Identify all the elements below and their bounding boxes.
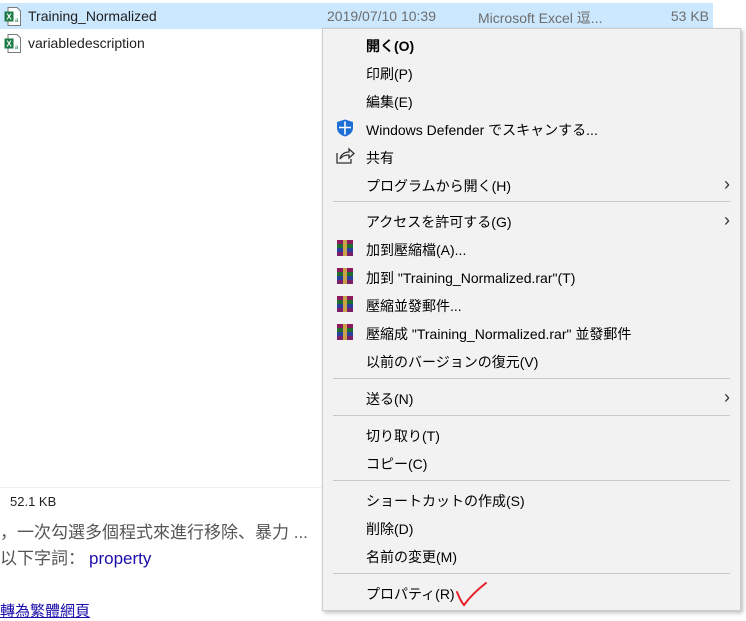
file-name: Training_Normalized [28, 8, 157, 24]
menu-item-open[interactable]: 開く(O) [323, 30, 740, 58]
menu-item-delete[interactable]: 削除(D) [323, 513, 740, 541]
selected-size: 52.1 KB [10, 494, 57, 509]
menu-item-label: 加到 "Training_Normalized.rar"(T) [366, 270, 576, 286]
menu-item-label: 切り取り(T) [366, 428, 440, 444]
winrar-icon [337, 240, 353, 256]
checkmark-annotation-icon [456, 582, 487, 607]
winrar-icon [337, 324, 353, 340]
menu-separator [333, 573, 730, 574]
chevron-right-icon: › [724, 387, 730, 407]
file-size: 53 KB [670, 8, 709, 24]
menu-item-create-shortcut[interactable]: ショートカットの作成(S) [323, 485, 740, 513]
menu-item-add-to-archive[interactable]: 加到壓縮檔(A)... [323, 234, 740, 262]
file-name: variabledescription [28, 35, 145, 51]
menu-item-open-with[interactable]: プログラムから開く(H) › [323, 170, 740, 198]
menu-item-label: コピー(C) [366, 456, 428, 472]
excel-file-icon: X a [4, 34, 21, 53]
menu-item-label: 加到壓縮檔(A)... [366, 242, 467, 258]
translate-link[interactable]: 轉為繁體網頁 [0, 600, 90, 621]
status-bar: 52.1 KB [0, 487, 322, 516]
search-terms-label: 以下字詞： [0, 549, 85, 568]
menu-item-print[interactable]: 印刷(P) [323, 58, 740, 86]
menu-item-rename[interactable]: 名前の変更(M) [323, 541, 740, 569]
menu-separator [333, 378, 730, 379]
menu-item-copy[interactable]: コピー(C) [323, 448, 740, 476]
context-menu: 開く(O) 印刷(P) 編集(E) Windows Defender でスキャン… [322, 28, 741, 611]
menu-item-compress-email[interactable]: 壓縮並發郵件... [323, 290, 740, 318]
menu-item-cut[interactable]: 切り取り(T) [323, 420, 740, 448]
menu-separator [333, 480, 730, 481]
menu-item-label: 印刷(P) [366, 66, 413, 82]
shield-icon [337, 119, 353, 137]
menu-item-edit[interactable]: 編集(E) [323, 86, 740, 114]
chevron-right-icon: › [724, 210, 730, 230]
menu-item-label: 削除(D) [366, 521, 414, 537]
menu-separator [333, 201, 730, 202]
menu-item-label: プログラムから開く(H) [366, 178, 512, 194]
menu-item-label: 開く(O) [366, 38, 415, 54]
menu-separator [333, 415, 730, 416]
svg-text:X: X [6, 13, 12, 22]
file-type: Microsoft Excel 逗... [478, 10, 603, 26]
menu-item-label: 編集(E) [366, 94, 413, 110]
menu-item-properties[interactable]: プロパティ(R) [323, 578, 740, 606]
menu-item-compress-to-rar-email[interactable]: 壓縮成 "Training_Normalized.rar" 並發郵件 [323, 318, 740, 346]
search-term-link[interactable]: property [89, 549, 151, 568]
winrar-icon [337, 296, 353, 312]
share-icon [336, 147, 355, 164]
menu-item-label: 壓縮並發郵件... [366, 298, 462, 314]
menu-item-send-to[interactable]: 送る(N) › [323, 383, 740, 411]
menu-item-label: アクセスを許可する(G) [366, 214, 512, 230]
menu-item-label: 共有 [366, 150, 394, 166]
svg-text:X: X [6, 40, 12, 49]
menu-item-label: ショートカットの作成(S) [366, 493, 525, 509]
menu-item-give-access[interactable]: アクセスを許可する(G) › [323, 206, 740, 234]
menu-item-defender-scan[interactable]: Windows Defender でスキャンする... [323, 114, 740, 142]
menu-item-label: 壓縮成 "Training_Normalized.rar" 並發郵件 [366, 326, 632, 342]
menu-item-label: プロパティ(R) [366, 586, 455, 602]
menu-item-label: 送る(N) [366, 391, 414, 407]
menu-item-label: 以前のバージョンの復元(V) [366, 354, 539, 370]
menu-item-share[interactable]: 共有 [323, 142, 740, 170]
menu-item-label: Windows Defender でスキャンする... [366, 122, 598, 138]
chevron-right-icon: › [724, 174, 730, 194]
background-search-terms: 以下字詞： property [0, 544, 151, 569]
menu-item-label: 名前の変更(M) [366, 549, 457, 565]
file-date: 2019/07/10 10:39 [327, 8, 436, 24]
background-text: ，一次勾選多個程式來進行移除、暴力 ... [0, 523, 308, 542]
excel-file-icon: X a [4, 7, 21, 26]
file-row-training-normalized[interactable]: X a Training_Normalized 2019/07/10 10:39… [0, 3, 713, 29]
winrar-icon [337, 268, 353, 284]
menu-item-restore-previous[interactable]: 以前のバージョンの復元(V) [323, 346, 740, 374]
menu-item-add-to-rar[interactable]: 加到 "Training_Normalized.rar"(T) [323, 262, 740, 290]
